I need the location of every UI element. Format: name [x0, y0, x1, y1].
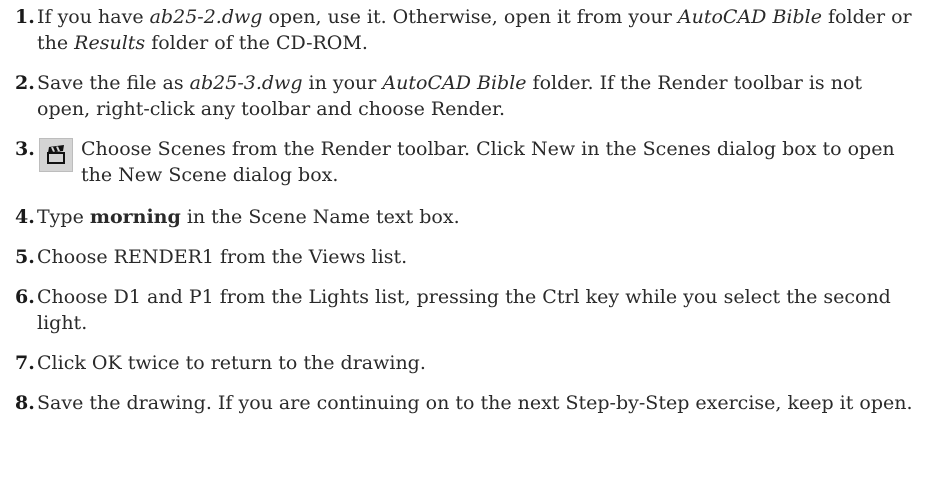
step-list: 1. If you have ab25-2.dwg open, use it. … — [15, 0, 920, 430]
step-text: Type morning in the Scene Name text box. — [37, 206, 460, 228]
step-4: 4. Type morning in the Scene Name text b… — [15, 204, 920, 230]
step-3: 3. Choose Scenes from the Render toolbar… — [15, 136, 920, 188]
step-number: 4. — [15, 206, 35, 228]
step-text: Choose RENDER1 from the Views list. — [37, 246, 408, 268]
step-number: 1. — [15, 6, 35, 28]
step-text: Save the file as ab25-3.dwg in your Auto… — [37, 72, 863, 120]
step-7: 7. Click OK twice to return to the drawi… — [15, 350, 920, 376]
step-6: 6. Choose D1 and P1 from the Lights list… — [15, 284, 920, 336]
step-number: 8. — [15, 392, 35, 414]
step-8: 8. Save the drawing. If you are continui… — [15, 390, 920, 416]
step-number: 2. — [15, 72, 35, 94]
step-number: 5. — [15, 246, 35, 268]
step-number: 7. — [15, 352, 35, 374]
step-text: Choose D1 and P1 from the Lights list, p… — [37, 286, 891, 334]
step-1: 1. If you have ab25-2.dwg open, use it. … — [15, 4, 920, 56]
step-text: Save the drawing. If you are continuing … — [37, 392, 913, 414]
step-2: 2. Save the file as ab25-3.dwg in your A… — [15, 70, 920, 122]
step-number: 3. — [15, 138, 35, 160]
step-text: Click OK twice to return to the drawing. — [37, 352, 426, 374]
step-number: 6. — [15, 286, 35, 308]
step-text: If you have ab25-2.dwg open, use it. Oth… — [37, 6, 912, 54]
scenes-clapperboard-icon — [39, 138, 73, 172]
step-text: Choose Scenes from the Render toolbar. C… — [81, 138, 895, 186]
step-5: 5. Choose RENDER1 from the Views list. — [15, 244, 920, 270]
